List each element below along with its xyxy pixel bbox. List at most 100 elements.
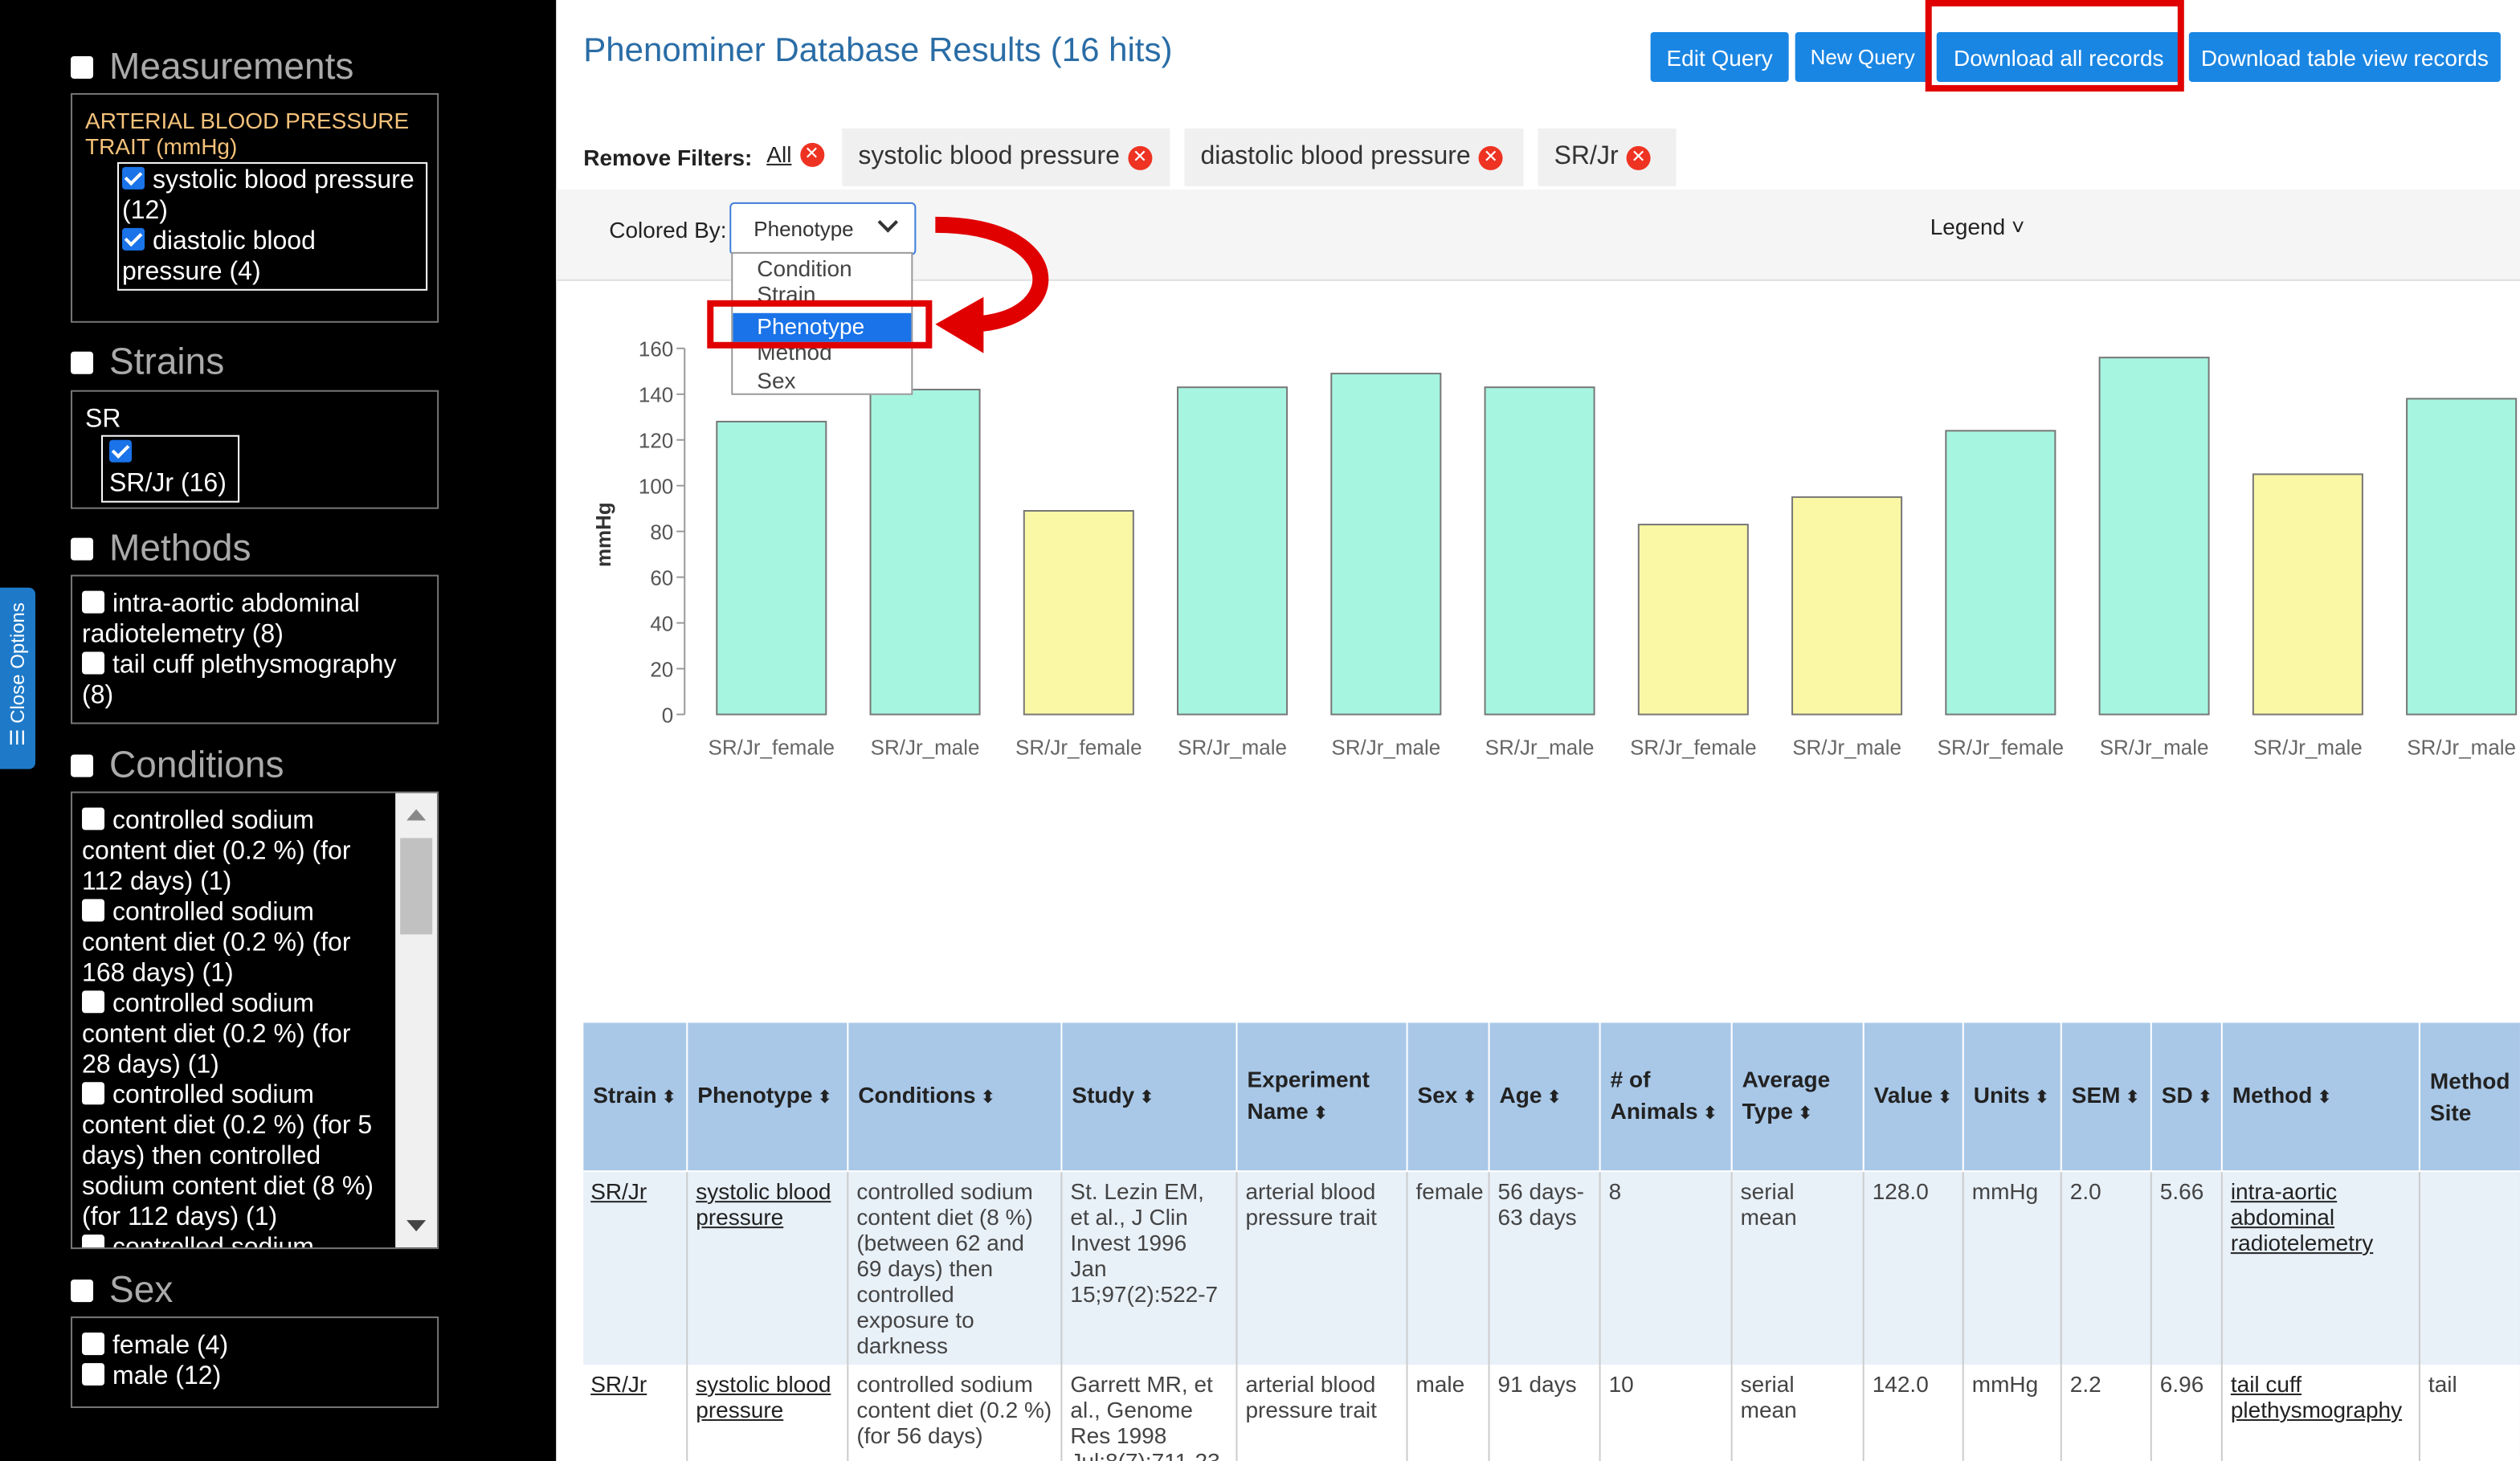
sort-icon[interactable]: ⬍ <box>2317 1088 2331 1108</box>
option-female[interactable]: female (4) <box>82 1331 427 1361</box>
column-header[interactable]: Units ⬍ <box>1962 1021 2062 1173</box>
column-header[interactable]: SD ⬍ <box>2150 1021 2223 1173</box>
column-header[interactable]: Experiment Name ⬍ <box>1235 1021 1408 1173</box>
cell-link[interactable]: SR/Jr <box>590 1178 647 1204</box>
sex-section[interactable]: Sex <box>71 1268 173 1312</box>
column-header[interactable]: # of Animals ⬍ <box>1599 1021 1733 1173</box>
conditions-scrollbar[interactable] <box>395 793 438 1248</box>
condition-option[interactable]: controlled sodium <box>82 1233 386 1248</box>
checkbox-icon[interactable] <box>82 807 105 830</box>
sort-icon[interactable]: ⬍ <box>1313 1104 1328 1124</box>
checkbox-icon[interactable] <box>82 590 105 614</box>
filter-chip[interactable]: SR/Jr ✕ <box>1538 128 1677 186</box>
table-cell[interactable]: systolic blood pressure <box>687 1365 849 1461</box>
sort-icon[interactable]: ⬍ <box>2125 1088 2139 1108</box>
cell-link[interactable]: tail cuff plethysmography <box>2231 1371 2402 1422</box>
sex-heading: Sex <box>109 1268 174 1311</box>
table-cell[interactable]: tail cuff plethysmography <box>2221 1365 2420 1461</box>
option-tail-cuff[interactable]: tail cuff plethysmography (8) <box>82 651 427 712</box>
checkbox-icon[interactable] <box>82 1332 105 1356</box>
download-table-button[interactable]: Download table view records <box>2188 31 2501 82</box>
condition-option[interactable]: controlled sodium content diet (0.2 %) (… <box>82 806 386 897</box>
methods-section[interactable]: Methods <box>71 527 251 570</box>
checkbox-icon[interactable] <box>82 1235 105 1248</box>
filter-chip[interactable]: systolic blood pressure ✕ <box>842 128 1170 186</box>
sort-icon[interactable]: ⬍ <box>2198 1088 2212 1108</box>
cell-link[interactable]: SR/Jr <box>590 1371 647 1397</box>
column-header[interactable]: Value ⬍ <box>1862 1021 1964 1173</box>
option-systolic[interactable]: systolic blood pressure (12) <box>122 165 423 226</box>
sex-checkbox[interactable] <box>71 1279 94 1302</box>
filter-all[interactable]: All ✕ <box>766 141 824 167</box>
dropdown-option[interactable]: Condition <box>757 255 852 281</box>
condition-option[interactable]: controlled sodium content diet (0.2 %) (… <box>82 989 386 1080</box>
checkbox-checked-icon[interactable] <box>109 439 133 463</box>
strains-section[interactable]: Strains <box>71 341 224 384</box>
sort-icon[interactable]: ⬍ <box>1703 1104 1717 1124</box>
scroll-up-icon[interactable] <box>406 809 427 821</box>
sort-icon[interactable]: ⬍ <box>1798 1104 1812 1124</box>
remove-filter-icon[interactable]: ✕ <box>1626 145 1651 169</box>
column-header[interactable]: Phenotype ⬍ <box>686 1021 849 1173</box>
option-male[interactable]: male (12) <box>82 1361 427 1392</box>
dropdown-option[interactable]: Sex <box>757 368 795 394</box>
remove-filter-icon[interactable]: ✕ <box>1127 145 1152 169</box>
cell-link[interactable]: intra-aortic abdominal radiotelemetry <box>2231 1178 2373 1255</box>
sort-icon[interactable]: ⬍ <box>981 1088 995 1108</box>
column-header[interactable]: Method Site <box>2418 1021 2520 1173</box>
scroll-down-icon[interactable] <box>406 1220 427 1232</box>
condition-option[interactable]: controlled sodium content diet (0.2 %) (… <box>82 897 386 989</box>
condition-option[interactable]: controlled sodium content diet (0.2 %) (… <box>82 1080 386 1233</box>
measurements-section[interactable]: Measurements <box>71 45 353 88</box>
sort-icon[interactable]: ⬍ <box>2035 1088 2049 1108</box>
checkbox-icon[interactable] <box>82 651 105 675</box>
checkbox-checked-icon[interactable] <box>122 166 145 190</box>
column-header[interactable]: Study ⬍ <box>1060 1021 1238 1173</box>
sort-icon[interactable]: ⬍ <box>1462 1088 1476 1108</box>
checkbox-icon[interactable] <box>82 990 105 1014</box>
sort-icon[interactable]: ⬍ <box>817 1088 831 1108</box>
sort-icon[interactable]: ⬍ <box>1546 1088 1561 1108</box>
cell-link[interactable]: systolic blood pressure <box>696 1178 831 1230</box>
column-header[interactable]: Conditions ⬍ <box>847 1021 1063 1173</box>
column-header[interactable]: Method ⬍ <box>2220 1021 2420 1173</box>
option-radiotelemetry[interactable]: intra-aortic abdominal radiotelemetry (8… <box>82 590 427 651</box>
x-tick-label: SR/Jr_male <box>1178 735 1287 759</box>
column-header[interactable]: Average Type ⬍ <box>1730 1021 1864 1173</box>
remove-filter-icon[interactable]: ✕ <box>799 141 824 166</box>
checkbox-icon[interactable] <box>82 899 105 922</box>
remove-filters-label: Remove Filters: <box>583 144 753 170</box>
table-cell[interactable]: intra-aortic abdominal radiotelemetry <box>2221 1171 2420 1365</box>
remove-filter-icon[interactable]: ✕ <box>1478 145 1503 169</box>
methods-checkbox[interactable] <box>71 537 94 560</box>
scroll-thumb[interactable] <box>400 838 433 935</box>
column-header[interactable]: SEM ⬍ <box>2060 1021 2152 1173</box>
new-query-button[interactable]: New Query <box>1795 31 1930 82</box>
table-cell[interactable]: systolic blood pressure <box>687 1171 849 1365</box>
edit-query-button[interactable]: Edit Query <box>1650 31 1789 82</box>
conditions-box[interactable]: controlled sodium content diet (0.2 %) (… <box>71 791 439 1250</box>
option-srjr[interactable]: SR/Jr (16) <box>101 435 240 503</box>
option-diastolic[interactable]: diastolic blood pressure (4) <box>122 226 423 288</box>
sort-icon[interactable]: ⬍ <box>1938 1088 1952 1108</box>
sort-icon[interactable]: ⬍ <box>662 1088 676 1108</box>
checkbox-icon[interactable] <box>82 1082 105 1105</box>
legend-toggle[interactable]: Legend ˅ <box>1930 214 2025 239</box>
column-header[interactable]: Strain ⬍ <box>582 1021 688 1173</box>
close-options-tab[interactable]: ☰ Close Options <box>0 587 36 769</box>
filter-chip[interactable]: diastolic blood pressure ✕ <box>1184 128 1524 186</box>
strains-checkbox[interactable] <box>71 350 94 373</box>
column-header[interactable]: Sex ⬍ <box>1406 1021 1490 1173</box>
measurements-checkbox[interactable] <box>71 55 94 78</box>
sort-icon[interactable]: ⬍ <box>1139 1088 1154 1108</box>
checkbox-icon[interactable] <box>82 1363 105 1386</box>
checkbox-checked-icon[interactable] <box>122 227 145 251</box>
table-cell[interactable]: SR/Jr <box>582 1171 688 1365</box>
colored-by-select[interactable]: Phenotype <box>729 202 917 255</box>
conditions-section[interactable]: Conditions <box>71 743 284 786</box>
column-header[interactable]: Age ⬍ <box>1488 1021 1601 1173</box>
cell-link[interactable]: systolic blood pressure <box>696 1371 831 1422</box>
bar <box>2252 473 2363 716</box>
conditions-checkbox[interactable] <box>71 753 94 777</box>
table-cell[interactable]: SR/Jr <box>582 1365 688 1461</box>
